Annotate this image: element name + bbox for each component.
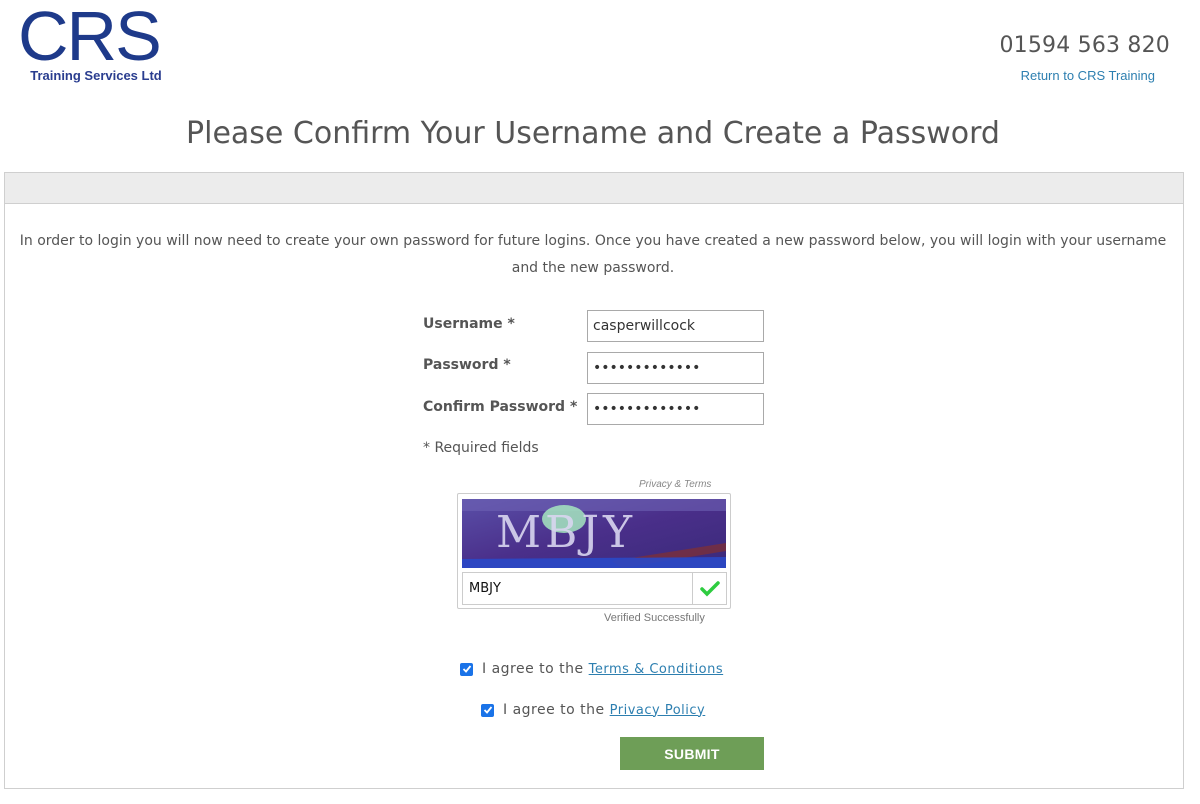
privacy-prefix: I agree to the xyxy=(503,702,605,718)
password-label: Password * xyxy=(423,357,511,373)
phone-number: 01594 563 820 xyxy=(999,33,1170,58)
privacy-policy-link[interactable]: Privacy Policy xyxy=(610,703,706,718)
confirm-password-input[interactable] xyxy=(587,393,764,425)
captcha-input[interactable] xyxy=(462,572,693,605)
confirm-password-label: Confirm Password * xyxy=(423,399,578,415)
username-label: Username * xyxy=(423,316,515,332)
page-title: Please Confirm Your Username and Create … xyxy=(186,116,1000,151)
terms-checkbox[interactable] xyxy=(460,662,473,676)
required-fields-note: * Required fields xyxy=(423,440,539,456)
logo-text: CRS xyxy=(18,2,160,72)
terms-conditions-link[interactable]: Terms & Conditions xyxy=(589,662,724,677)
panel-header xyxy=(5,173,1183,204)
check-icon xyxy=(693,572,727,605)
captcha-widget: MBJY xyxy=(457,493,731,609)
captcha-status: Verified Successfully xyxy=(604,612,705,624)
captcha-image: MBJY xyxy=(462,499,726,568)
terms-prefix: I agree to the xyxy=(482,661,584,677)
return-to-crs-link[interactable]: Return to CRS Training xyxy=(1021,68,1155,83)
privacy-checkbox[interactable] xyxy=(481,703,494,717)
username-input[interactable] xyxy=(587,310,764,342)
terms-agreement-row: I agree to the Terms & Conditions xyxy=(460,661,723,677)
logo-subtitle: Training Services Ltd xyxy=(30,68,162,83)
intro-text: In order to login you will now need to c… xyxy=(19,233,1167,276)
password-input[interactable] xyxy=(587,352,764,384)
captcha-privacy-terms-link[interactable]: Privacy & Terms xyxy=(639,479,711,490)
privacy-agreement-row: I agree to the Privacy Policy xyxy=(481,702,705,718)
captcha-image-text: MBJY xyxy=(496,507,636,558)
submit-button[interactable]: SUBMIT xyxy=(620,737,764,770)
